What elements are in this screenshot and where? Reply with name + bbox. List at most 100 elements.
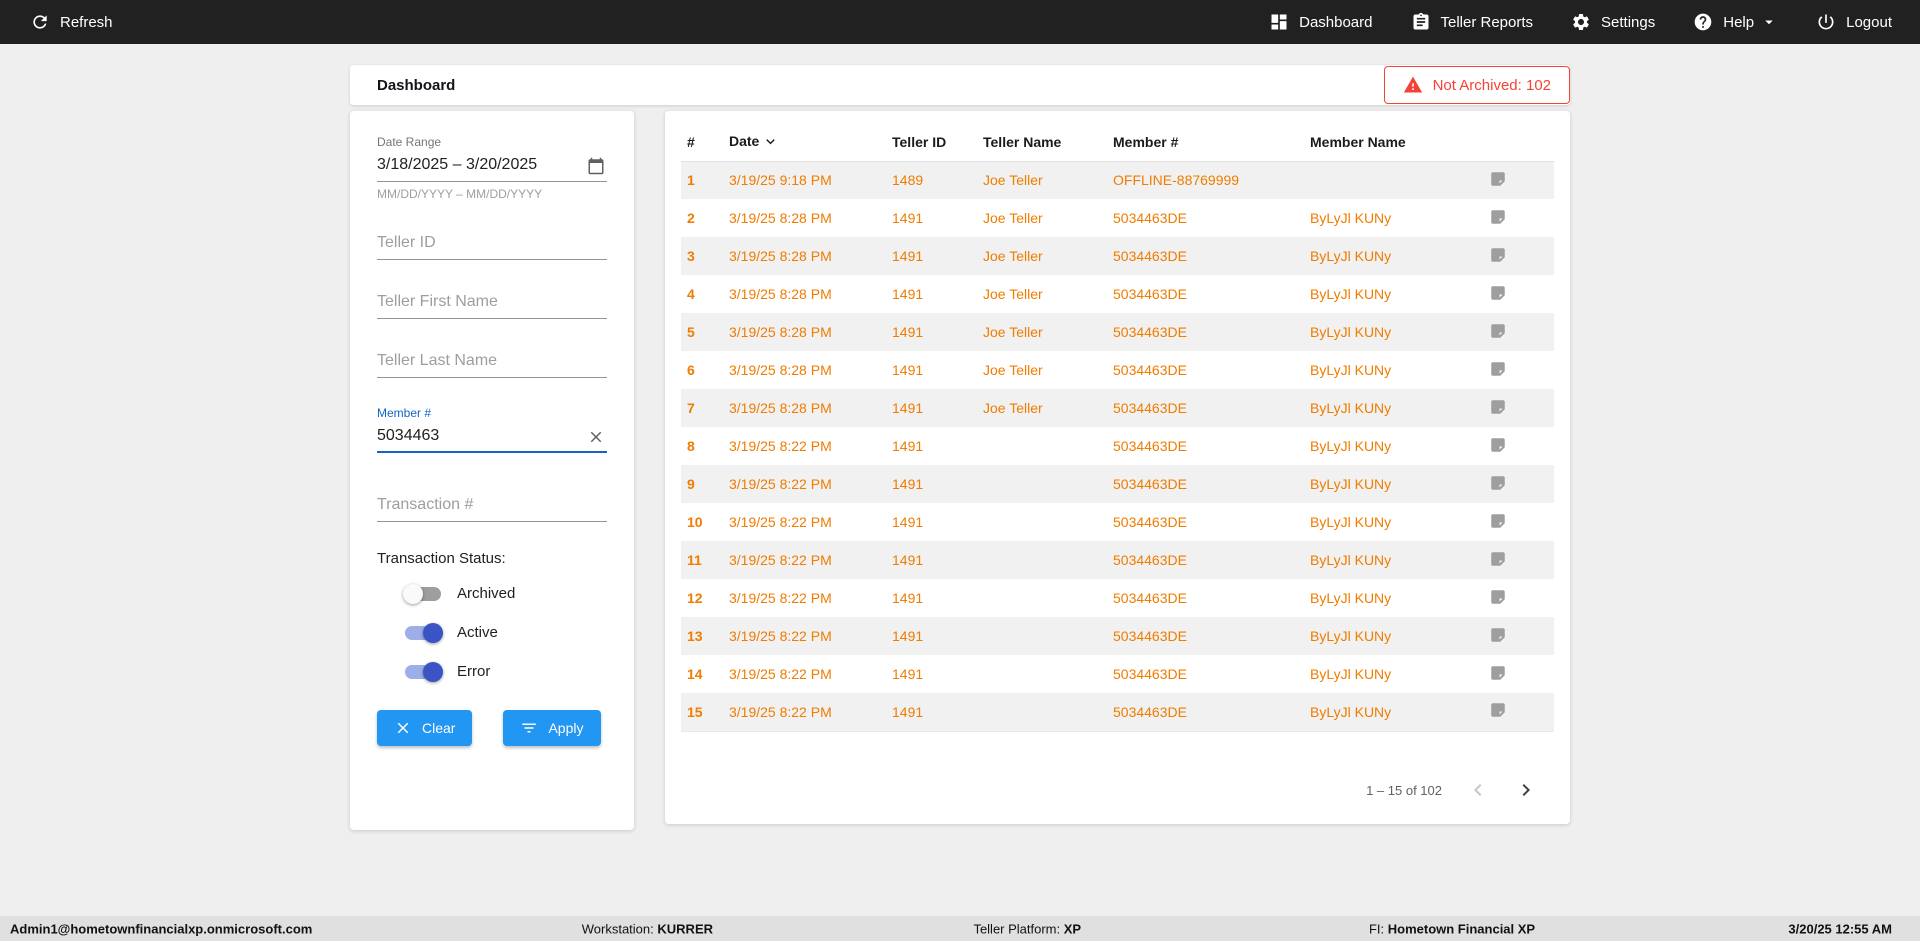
nav-help[interactable]: Help [1693,12,1778,32]
cell-date: 3/19/25 9:18 PM [729,172,832,189]
cell-member-name: ByLyJl KUNy [1310,324,1392,340]
member-number-field: Member # [377,406,607,453]
cell-note [1481,465,1554,503]
note-icon[interactable] [1489,664,1507,682]
toggle-error[interactable]: Error [405,661,607,682]
main-content: Dashboard Not Archived: 102 Date Range M… [350,65,1570,830]
cell-teller-id: 1491 [892,590,924,606]
cell-member-name: ByLyJl KUNy [1310,400,1392,416]
date-format-hint: MM/DD/YYYY – MM/DD/YYYY [377,187,543,201]
cell-member-number: 5034463DE [1113,514,1187,530]
col-member-name[interactable]: Member Name [1302,123,1481,162]
cell-member-name: ByLyJl KUNy [1310,248,1392,264]
note-icon[interactable] [1489,322,1507,340]
note-icon[interactable] [1489,588,1507,606]
next-page-icon[interactable] [1514,778,1538,802]
archived-switch[interactable] [403,583,441,604]
col-teller-name[interactable]: Teller Name [975,123,1105,162]
table-row[interactable]: 5 3/19/25 8:28 PM 1491 Joe Teller 5034463DE B… [681,313,1554,351]
table-row[interactable]: 4 3/19/25 8:28 PM 1491 Joe Teller 5034463DE B… [681,275,1554,313]
transactions-table-card: # Date Teller ID Teller Name Member # Me… [665,111,1570,824]
cell-member-number: OFFLINE-88769999 [1113,172,1240,189]
cell-note [1481,427,1554,465]
note-icon[interactable] [1489,208,1507,226]
clear-button[interactable]: Clear [377,710,473,746]
note-icon[interactable] [1489,626,1507,644]
nav-label: Dashboard [1299,13,1373,31]
nav-teller-reports[interactable]: Teller Reports [1411,12,1534,32]
table-row[interactable]: 6 3/19/25 8:28 PM 1491 Joe Teller 5034463DE B… [681,351,1554,389]
table-row[interactable]: 2 3/19/25 8:28 PM 1491 Joe Teller 5034463DE B… [681,199,1554,237]
note-icon[interactable] [1489,701,1507,719]
row-number: 6 [687,362,695,378]
platform-label: Teller Platform: [973,921,1061,936]
nav-settings[interactable]: Settings [1571,12,1655,32]
workstation-value: KURRER [657,921,714,936]
date-range-input[interactable] [377,151,607,182]
table-row[interactable]: 10 3/19/25 8:22 PM 1491 5034463DE ByLyJl KUN… [681,503,1554,541]
close-icon[interactable] [587,428,605,446]
apply-button[interactable]: Apply [503,710,601,746]
teller-last-name-input[interactable] [377,347,607,378]
cell-member-name: ByLyJl KUNy [1310,514,1392,530]
cell-member-number: 5034463DE [1113,324,1187,340]
note-icon[interactable] [1489,398,1507,416]
member-number-input[interactable] [377,422,607,453]
transaction-number-input[interactable] [377,491,607,522]
note-icon[interactable] [1489,360,1507,378]
cell-member-number: 5034463DE [1113,362,1187,378]
table-row[interactable]: 7 3/19/25 8:28 PM 1491 Joe Teller 5034463DE B… [681,389,1554,427]
toggle-active[interactable]: Active [405,622,607,643]
teller-first-name-input[interactable] [377,288,607,319]
col-teller-id[interactable]: Teller ID [884,123,975,162]
cell-date: 3/19/25 8:28 PM [729,248,832,264]
error-switch[interactable] [405,661,443,682]
table-row[interactable]: 9 3/19/25 8:22 PM 1491 5034463DE ByLyJl KUNy [681,465,1554,503]
financial-institution: FI: Hometown Financial XP [1369,921,1535,936]
note-icon[interactable] [1489,284,1507,302]
cell-note [1481,693,1554,731]
table-row[interactable]: 11 3/19/25 8:22 PM 1491 5034463DE ByLyJl KUN… [681,541,1554,579]
active-switch[interactable] [405,622,443,643]
table-row[interactable]: 14 3/19/25 8:22 PM 1491 5034463DE ByLyJl KUN… [681,655,1554,693]
note-icon[interactable] [1489,474,1507,492]
table-row[interactable]: 8 3/19/25 8:22 PM 1491 5034463DE ByLyJl KUNy [681,427,1554,465]
refresh-button[interactable]: Refresh [30,12,113,32]
table-row[interactable]: 12 3/19/25 8:22 PM 1491 5034463DE ByLyJl KUN… [681,579,1554,617]
note-icon[interactable] [1489,512,1507,530]
cell-member-name: ByLyJl KUNy [1310,628,1392,644]
cell-teller-name [975,541,1105,579]
cell-note [1481,541,1554,579]
col-member-number[interactable]: Member # [1105,123,1302,162]
note-icon[interactable] [1489,436,1507,454]
col-number[interactable]: # [681,123,721,162]
nav-dashboard[interactable]: Dashboard [1269,12,1373,32]
cell-note [1481,237,1554,275]
nav-logout[interactable]: Logout [1816,12,1892,32]
table-row[interactable]: 3 3/19/25 8:28 PM 1491 Joe Teller 5034463DE B… [681,237,1554,275]
toggle-label: Error [457,663,491,680]
row-number: 12 [687,590,703,606]
cell-member-number: 5034463DE [1113,210,1187,226]
nav-label: Help [1723,13,1755,31]
help-icon [1694,13,1712,31]
note-icon[interactable] [1489,550,1507,568]
cell-teller-name: Joe Teller [983,172,1043,189]
calendar-icon[interactable] [587,157,605,175]
cell-member-name: ByLyJl KUNy [1310,703,1392,720]
note-icon[interactable] [1489,170,1507,188]
cell-member-name: ByLyJl KUNy [1310,438,1392,454]
table-row[interactable]: 13 3/19/25 8:22 PM 1491 5034463DE ByLyJl KUN… [681,617,1554,655]
teller-id-input[interactable] [377,229,607,260]
cell-teller-name [975,693,1105,731]
previous-page-icon[interactable] [1466,778,1490,802]
table-row[interactable]: 15 3/19/25 8:22 PM 1491 5034463DE ByLyJl KUN… [681,693,1554,731]
col-date[interactable]: Date [721,123,884,162]
nav-label: Teller Reports [1440,13,1534,31]
current-datetime: 3/20/25 12:55 AM [1788,921,1892,936]
row-number: 15 [687,703,703,720]
note-icon[interactable] [1489,246,1507,264]
toggle-archived[interactable]: Archived [403,583,607,604]
not-archived-badge[interactable]: Not Archived: 102 [1383,66,1570,104]
table-row[interactable]: 1 3/19/25 9:18 PM 1489 Joe Teller OFFLINE-88… [681,161,1554,199]
